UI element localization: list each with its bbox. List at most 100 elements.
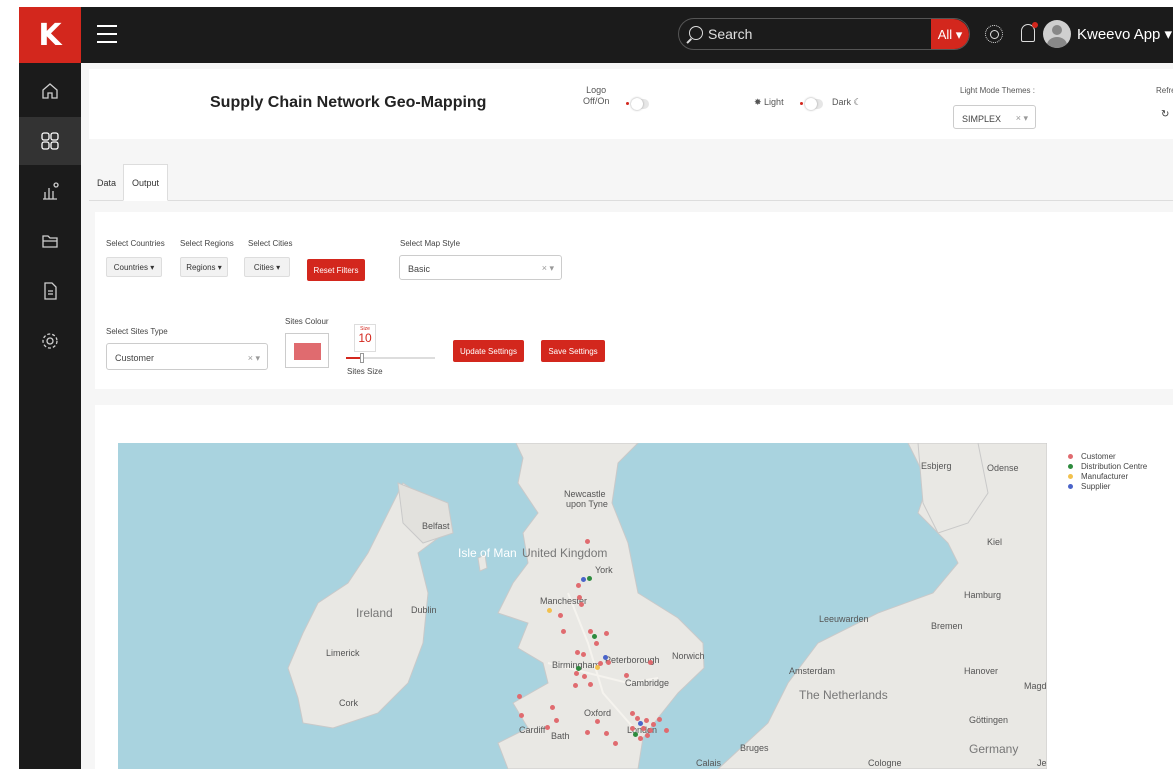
search-scope-dropdown[interactable]: All ▾ <box>931 19 969 49</box>
map-label-norwich: Norwich <box>672 651 705 661</box>
sidebar-item-dashboard[interactable] <box>19 117 81 165</box>
site-marker[interactable] <box>577 595 582 600</box>
map-label-cambridge: Cambridge <box>625 678 670 688</box>
site-marker[interactable] <box>633 732 638 737</box>
theme-label: Light Mode Themes : <box>960 86 1036 95</box>
search-icon <box>689 26 703 40</box>
site-marker[interactable] <box>517 694 522 699</box>
sites-colour-picker[interactable] <box>285 333 329 368</box>
avatar[interactable] <box>1043 20 1071 48</box>
size-tooltip: Size 10 <box>354 324 376 352</box>
save-settings-button[interactable]: Save Settings <box>541 340 605 362</box>
sidebar-item-settings[interactable] <box>19 317 81 365</box>
site-marker[interactable] <box>657 717 662 722</box>
map-style-label: Select Map Style <box>400 239 461 248</box>
menu-icon[interactable] <box>97 25 117 43</box>
site-marker[interactable] <box>585 539 590 544</box>
site-marker[interactable] <box>574 671 579 676</box>
site-marker[interactable] <box>648 660 653 665</box>
site-marker[interactable] <box>651 722 656 727</box>
site-marker[interactable] <box>604 731 609 736</box>
sites-colour-label: Sites Colour <box>285 317 329 326</box>
site-marker[interactable] <box>594 641 599 646</box>
site-marker[interactable] <box>630 711 635 716</box>
theme-toggle-dot <box>800 102 803 105</box>
site-marker[interactable] <box>582 674 587 679</box>
site-marker[interactable] <box>604 631 609 636</box>
dark-mode-toggle[interactable] <box>805 98 823 110</box>
search-bar[interactable]: Search All ▾ <box>678 18 970 50</box>
site-marker[interactable] <box>630 726 635 731</box>
app-logo[interactable]: K <box>19 7 81 63</box>
site-marker[interactable] <box>579 602 584 607</box>
site-marker[interactable] <box>558 613 563 618</box>
notification-bell-icon[interactable] <box>1021 22 1038 42</box>
site-marker[interactable] <box>581 652 586 657</box>
dashboard-icon <box>41 132 59 150</box>
tab-output[interactable]: Output <box>123 164 169 201</box>
site-marker[interactable] <box>641 726 646 731</box>
map-label-calais: Calais <box>696 758 722 768</box>
map-label-germany: Germany <box>969 742 1019 756</box>
cities-dropdown[interactable]: Cities ▾ <box>244 257 290 277</box>
site-marker[interactable] <box>588 682 593 687</box>
site-marker[interactable] <box>613 741 618 746</box>
sidebar-item-folder[interactable] <box>19 217 81 265</box>
geo-map[interactable]: Newcastle upon Tyne Belfast Isle of Man … <box>118 443 1047 769</box>
sidebar-item-home[interactable] <box>19 67 81 115</box>
site-marker[interactable] <box>545 725 550 730</box>
map-label-je: Je <box>1037 758 1047 768</box>
logo-toggle-label: Logo Off/On <box>583 85 610 106</box>
theme-sun-icon[interactable] <box>985 25 1003 43</box>
reset-filters-button[interactable]: Reset Filters <box>307 259 365 281</box>
page-title: Supply Chain Network Geo-Mapping <box>210 94 487 111</box>
map-label-magd: Magd <box>1024 681 1047 691</box>
site-marker[interactable] <box>624 673 629 678</box>
site-marker[interactable] <box>588 629 593 634</box>
refresh-icon[interactable]: ↻ <box>1161 109 1169 120</box>
site-marker[interactable] <box>592 634 597 639</box>
user-menu[interactable]: Kweevo App ▾ <box>1077 25 1172 43</box>
document-icon <box>44 282 57 300</box>
countries-dropdown[interactable]: Countries ▾ <box>106 257 162 277</box>
map-label-dublin: Dublin <box>411 605 437 615</box>
site-marker[interactable] <box>519 713 524 718</box>
site-marker[interactable] <box>648 728 653 733</box>
site-marker[interactable] <box>550 705 555 710</box>
site-marker[interactable] <box>554 718 559 723</box>
sites-size-slider[interactable] <box>346 353 435 363</box>
site-marker[interactable] <box>585 730 590 735</box>
site-marker[interactable] <box>581 577 586 582</box>
site-marker[interactable] <box>561 629 566 634</box>
site-marker[interactable] <box>573 683 578 688</box>
site-marker[interactable] <box>595 719 600 724</box>
home-icon <box>42 83 58 99</box>
site-marker[interactable] <box>575 650 580 655</box>
site-marker[interactable] <box>664 728 669 733</box>
site-marker[interactable] <box>645 733 650 738</box>
regions-dropdown[interactable]: Regions ▾ <box>180 257 228 277</box>
site-marker[interactable] <box>644 718 649 723</box>
map-style-select[interactable]: Basic × ▾ <box>399 255 562 280</box>
map-label-leeuwarden: Leeuwarden <box>819 614 869 624</box>
logo-toggle[interactable] <box>631 98 649 110</box>
slider-handle[interactable] <box>360 353 364 363</box>
sidebar-item-analytics[interactable] <box>19 167 81 215</box>
sidebar-item-document[interactable] <box>19 267 81 315</box>
site-marker[interactable] <box>606 660 611 665</box>
tab-data[interactable]: Data <box>89 164 124 201</box>
update-settings-button[interactable]: Update Settings <box>453 340 524 362</box>
sites-type-select[interactable]: Customer × ▾ <box>106 343 268 370</box>
site-marker[interactable] <box>547 608 552 613</box>
map-label-kiel: Kiel <box>987 537 1003 547</box>
map-label-amsterdam: Amsterdam <box>789 666 836 676</box>
dark-mode-label: Dark ☾ <box>832 97 862 107</box>
site-marker[interactable] <box>587 576 592 581</box>
site-marker[interactable] <box>595 665 600 670</box>
site-marker[interactable] <box>576 583 581 588</box>
search-input[interactable]: Search <box>708 26 752 42</box>
theme-select[interactable]: SIMPLEX × ▾ <box>953 105 1036 129</box>
site-marker[interactable] <box>638 736 643 741</box>
map-label-newcastle-2: upon Tyne <box>566 499 608 509</box>
legend-item-distribution-centre: Distribution Centre <box>1068 461 1147 471</box>
